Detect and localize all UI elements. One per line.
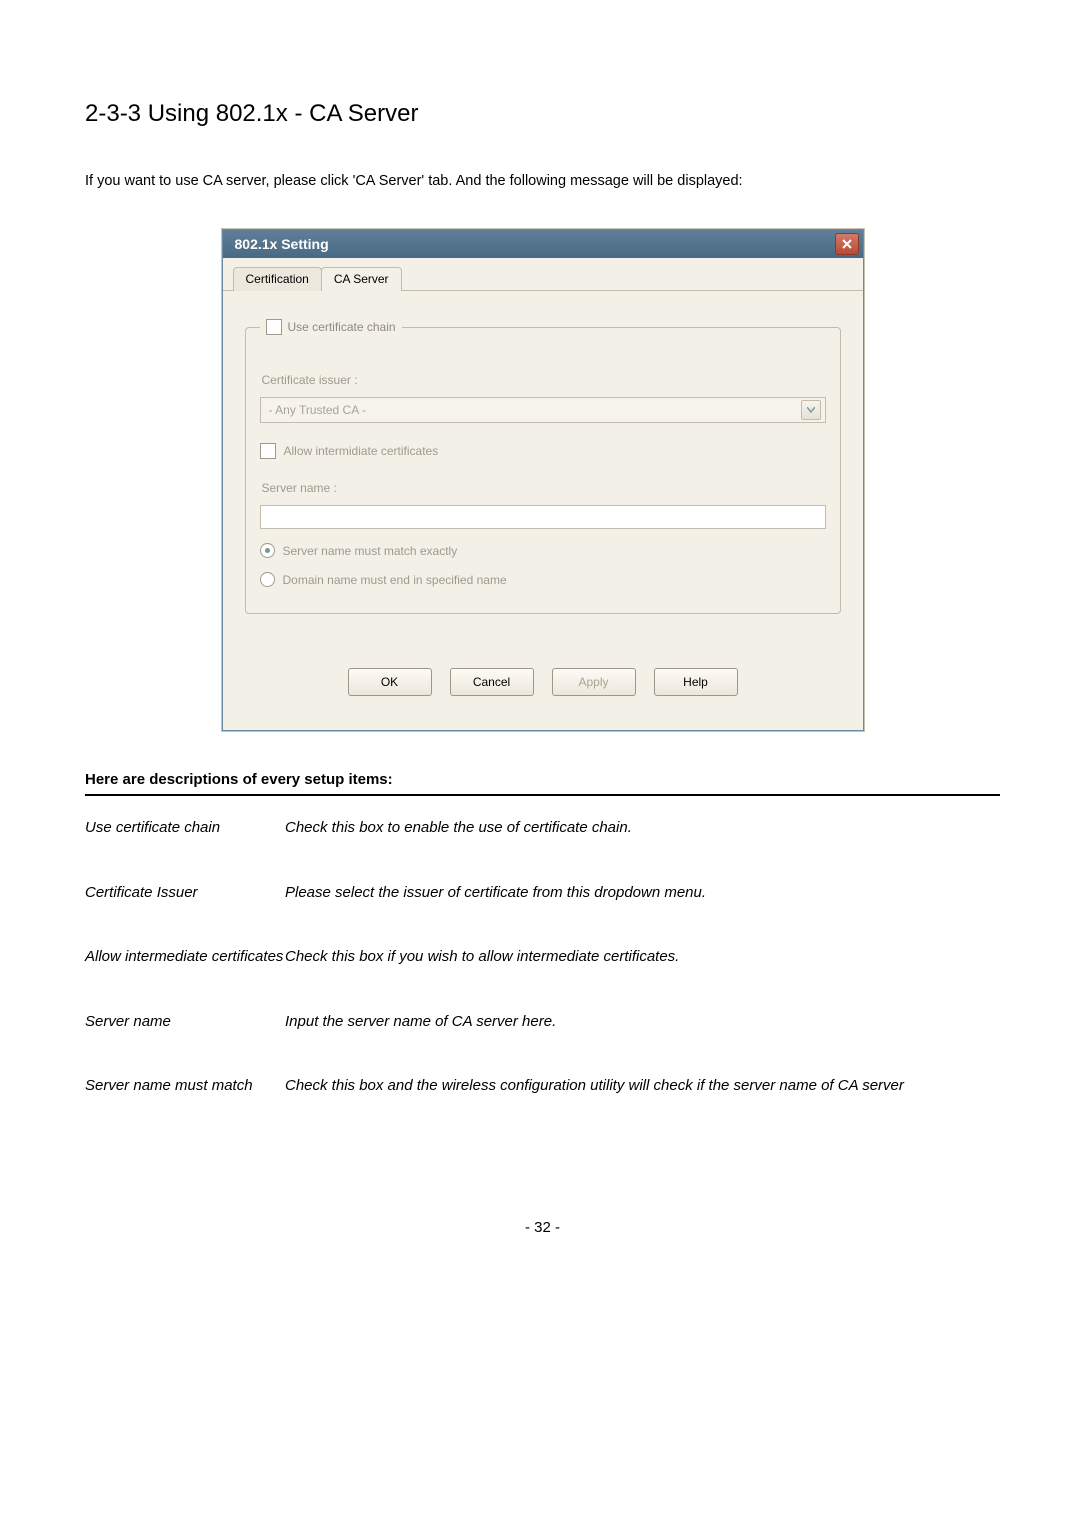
use-cert-chain-checkbox[interactable] [266, 319, 282, 335]
cancel-button[interactable]: Cancel [450, 668, 534, 696]
desc-text: Check this box to enable the use of cert… [285, 806, 1000, 871]
apply-button[interactable]: Apply [552, 668, 636, 696]
issuer-value: - Any Trusted CA - [269, 403, 366, 417]
radio-exact-label: Server name must match exactly [283, 544, 458, 558]
issuer-label: Certificate issuer : [262, 373, 826, 387]
dialog-title: 802.1x Setting [235, 236, 329, 252]
allow-intermediate-checkbox[interactable] [260, 443, 276, 459]
descriptions-table: Use certificate chain Check this box to … [85, 806, 1000, 1129]
close-button[interactable] [835, 233, 859, 255]
allow-intermediate-label: Allow intermidiate certificates [284, 444, 439, 458]
intro-text: If you want to use CA server, please cli… [85, 173, 1000, 189]
radio-domain-label: Domain name must end in specified name [283, 573, 507, 587]
tab-ca-server[interactable]: CA Server [321, 267, 402, 291]
titlebar: 802.1x Setting [223, 230, 863, 258]
desc-key: Certificate Issuer [85, 871, 285, 936]
desc-key: Server name [85, 1000, 285, 1065]
desc-text: Check this box and the wireless configur… [285, 1064, 1000, 1129]
radio-exact-row: Server name must match exactly [260, 543, 826, 558]
server-name-input[interactable] [260, 505, 826, 529]
page-number: - 32 - [85, 1219, 1000, 1236]
desc-text: Please select the issuer of certificate … [285, 871, 1000, 936]
radio-domain[interactable] [260, 572, 275, 587]
group-legend: Use certificate chain [260, 319, 402, 335]
allow-intermediate-row: Allow intermidiate certificates [260, 443, 826, 459]
table-row: Allow intermediate certificates Check th… [85, 935, 1000, 1000]
use-cert-chain-label: Use certificate chain [288, 320, 396, 334]
divider [85, 794, 1000, 796]
table-row: Certificate Issuer Please select the iss… [85, 871, 1000, 936]
tab-strip: Certification CA Server [223, 258, 863, 291]
table-row: Server name must match Check this box an… [85, 1064, 1000, 1129]
chevron-down-icon [801, 400, 821, 420]
tab-certification[interactable]: Certification [233, 267, 322, 291]
help-button[interactable]: Help [654, 668, 738, 696]
close-icon [842, 236, 852, 252]
dialog-802-1x: 802.1x Setting Certification CA Server U… [222, 229, 864, 731]
button-row: OK Cancel Apply Help [245, 654, 841, 712]
desc-text: Input the server name of CA server here. [285, 1000, 1000, 1065]
radio-exact[interactable] [260, 543, 275, 558]
section-heading: 2-3-3 Using 802.1x - CA Server [85, 100, 1000, 128]
desc-key: Use certificate chain [85, 806, 285, 871]
tab-body: Use certificate chain Certificate issuer… [223, 291, 863, 730]
ok-button[interactable]: OK [348, 668, 432, 696]
server-name-label: Server name : [262, 481, 826, 495]
issuer-select[interactable]: - Any Trusted CA - [260, 397, 826, 423]
desc-key: Server name must match [85, 1064, 285, 1129]
radio-domain-row: Domain name must end in specified name [260, 572, 826, 587]
desc-text: Check this box if you wish to allow inte… [285, 935, 1000, 1000]
table-row: Server name Input the server name of CA … [85, 1000, 1000, 1065]
use-cert-chain-group: Use certificate chain Certificate issuer… [245, 319, 841, 614]
table-row: Use certificate chain Check this box to … [85, 806, 1000, 871]
descriptions-heading: Here are descriptions of every setup ite… [85, 771, 1000, 788]
desc-key: Allow intermediate certificates [85, 935, 285, 1000]
